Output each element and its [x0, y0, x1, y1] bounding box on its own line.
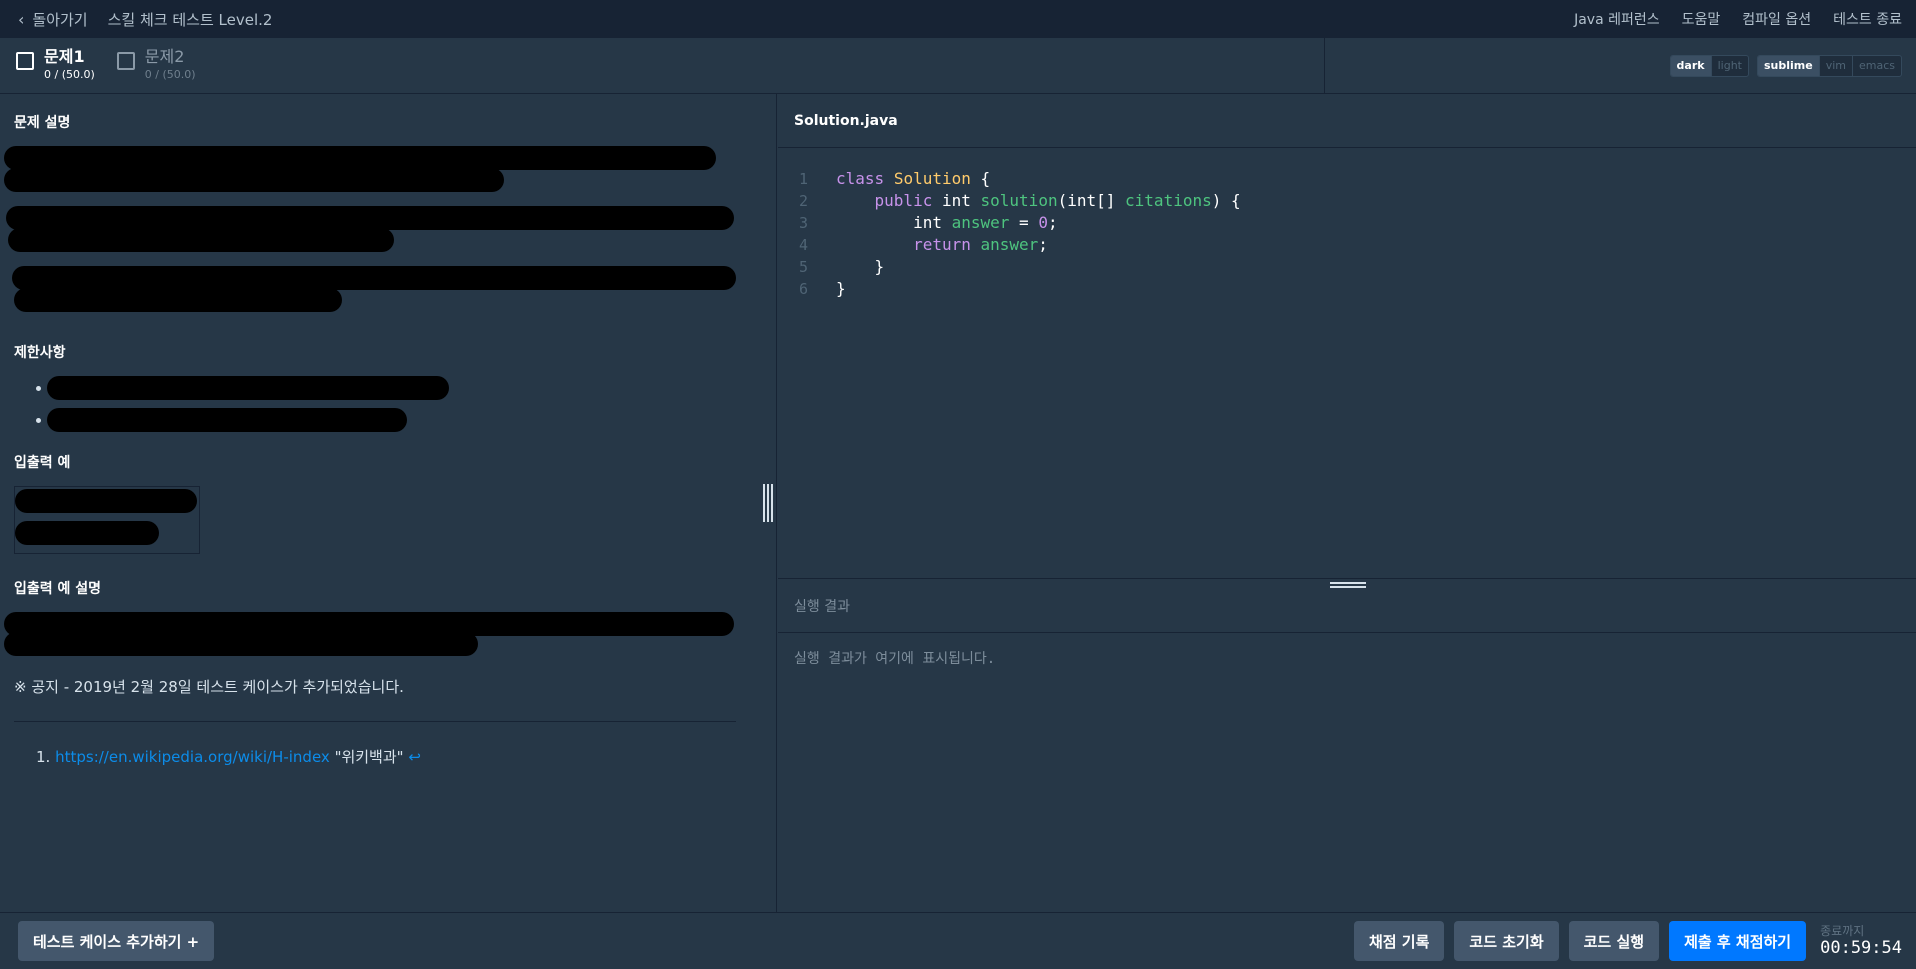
- io-example-heading: 입출력 예: [14, 455, 71, 471]
- return-arrow-icon[interactable]: ↩: [408, 748, 421, 766]
- list-item: [36, 376, 762, 400]
- tab-name: 문제2: [144, 47, 185, 66]
- tab-problem-1[interactable]: 문제1 0 / (50.0): [16, 38, 95, 93]
- chevron-left-icon: ‹: [18, 9, 25, 29]
- constraints-heading: 제한사항: [14, 345, 66, 361]
- code-line: 1 class Solution {: [798, 169, 991, 188]
- result-title: 실행 결과: [794, 598, 850, 615]
- code-line: 3 int answer = 0;: [798, 213, 1058, 232]
- footnote-text: "위키백과": [334, 748, 404, 766]
- reset-code-button[interactable]: 코드 초기화: [1454, 921, 1559, 961]
- code-line: 6}: [798, 279, 846, 298]
- run-code-button[interactable]: 코드 실행: [1568, 921, 1660, 961]
- pane-resize-handle[interactable]: [763, 484, 773, 522]
- io-example-table: [14, 486, 200, 554]
- keymap-toggle: sublime vim emacs: [1756, 54, 1902, 77]
- back-button[interactable]: ‹ 돌아가기: [18, 9, 88, 30]
- keymap-sublime-option[interactable]: sublime: [1757, 55, 1819, 76]
- code-line: 5 }: [798, 257, 885, 276]
- constraints-list: [14, 376, 762, 432]
- io-explain-redacted: [4, 612, 762, 656]
- io-explain-heading: 입출력 예 설명: [14, 581, 102, 597]
- editor-filename: Solution.java: [794, 112, 898, 129]
- problem-1-checkbox[interactable]: [16, 52, 34, 70]
- footnote-number: 1.: [36, 748, 51, 766]
- editor-header: Solution.java: [778, 94, 1916, 148]
- tab-problem-2[interactable]: 문제2 0 / (50.0): [116, 38, 196, 93]
- keymap-vim-option[interactable]: vim: [1818, 55, 1852, 76]
- bottom-bar: 테스트 케이스 추가하기 + 채점 기록 코드 초기화 코드 실행 제출 후 채…: [0, 912, 1916, 969]
- divider: [14, 721, 736, 722]
- tab-score: 0 / (50.0): [144, 68, 196, 81]
- theme-dark-option[interactable]: dark: [1670, 55, 1711, 76]
- notice-text: ※ 공지 - 2019년 2월 28일 테스트 케이스가 추가되었습니다.: [14, 678, 404, 696]
- timer: 종료까지 00:59:54: [1820, 924, 1902, 958]
- tab-score: 0 / (50.0): [44, 68, 95, 81]
- code-line: 4 return answer;: [798, 235, 1048, 254]
- description-heading: 문제 설명: [14, 115, 71, 131]
- problem-description-pane[interactable]: 문제 설명 제한사항 입출력 예 입출력 예 설명 ※ 공지 - 2019년 2…: [0, 94, 777, 912]
- problem-tab-bar: 문제1 0 / (50.0) 문제2 0 / (50.0) dark light…: [0, 38, 1916, 94]
- list-item: [36, 408, 762, 432]
- help-link[interactable]: 도움말: [1682, 9, 1721, 29]
- end-test-link[interactable]: 테스트 종료: [1833, 9, 1902, 29]
- keymap-emacs-option[interactable]: emacs: [1851, 55, 1901, 76]
- add-testcase-button[interactable]: 테스트 케이스 추가하기 +: [18, 921, 215, 961]
- wikipedia-link[interactable]: https://en.wikipedia.org/wiki/H-index: [55, 748, 330, 766]
- theme-light-option[interactable]: light: [1710, 55, 1748, 76]
- problem-2-checkbox[interactable]: [116, 52, 135, 70]
- footnote: 1. https://en.wikipedia.org/wiki/H-index…: [14, 746, 762, 767]
- top-bar: ‹ 돌아가기 스킬 체크 테스트 Level.2 Java 레퍼런스 도움말 컴…: [0, 0, 1916, 38]
- compile-options-link[interactable]: 컴파일 옵션: [1742, 9, 1811, 29]
- java-reference-link[interactable]: Java 레퍼런스: [1574, 9, 1660, 29]
- page-title: 스킬 체크 테스트 Level.2: [107, 10, 273, 29]
- timer-value: 00:59:54: [1820, 938, 1902, 958]
- result-output: 실행 결과가 여기에 표시됩니다.: [794, 651, 996, 667]
- theme-toggle: dark light: [1669, 54, 1749, 77]
- editor-resize-handle[interactable]: [1330, 582, 1366, 591]
- code-editor[interactable]: 1 class Solution { 2 public int solution(…: [778, 148, 1916, 578]
- submit-button[interactable]: 제출 후 채점하기: [1669, 921, 1807, 961]
- description-redacted: [4, 146, 762, 312]
- code-line: 2 public int solution(int[] citations) {: [798, 191, 1241, 210]
- grading-history-button[interactable]: 채점 기록: [1353, 921, 1445, 961]
- timer-label: 종료까지: [1820, 924, 1865, 938]
- tab-name: 문제1: [44, 47, 85, 66]
- back-label: 돌아가기: [32, 10, 88, 29]
